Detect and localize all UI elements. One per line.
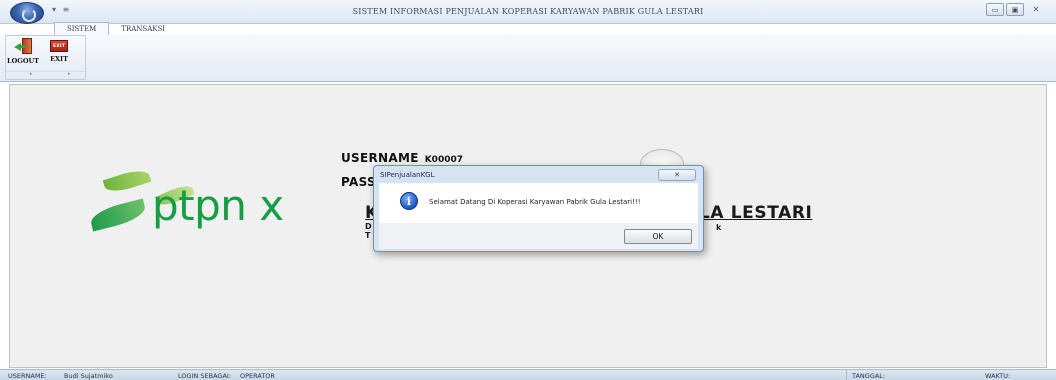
minimize-button[interactable]: ▭ xyxy=(986,3,1004,16)
close-window-button[interactable]: ✕ xyxy=(1026,3,1046,16)
title-bar: ▾ ≡ SISTEM INFORMASI PENJUALAN KOPERASI … xyxy=(0,0,1056,24)
exit-label: EXIT xyxy=(50,55,68,63)
status-date-label: TANGGAL: xyxy=(852,372,886,380)
status-time-label: WAKTU: xyxy=(985,372,1011,380)
status-username-label: USERNAME: xyxy=(8,372,47,380)
logout-button[interactable]: LOGOUT xyxy=(7,38,39,70)
ok-button[interactable]: OK xyxy=(624,229,692,244)
group-marker-icon: ▸ xyxy=(30,71,33,77)
leaf-icon xyxy=(88,198,148,232)
ribbon-panel: LOGOUT EXIT EXIT ▸ ▸ xyxy=(0,34,1056,82)
company-subtitle-line1: D xyxy=(365,222,372,231)
application-menu-button[interactable] xyxy=(10,2,44,24)
logo-text: ptpn x xyxy=(152,181,284,230)
tab-sistem[interactable]: SISTEM xyxy=(54,22,110,35)
info-icon: i xyxy=(400,192,418,210)
maximize-button[interactable]: ▣ xyxy=(1006,3,1024,16)
window-controls: ▭ ▣ ✕ xyxy=(986,3,1046,16)
exit-button[interactable]: EXIT EXIT xyxy=(44,38,74,70)
logout-icon xyxy=(14,38,32,54)
dialog-title: SIPenjualanKGL xyxy=(380,171,435,179)
password-label: PASS xyxy=(341,175,376,189)
status-login-as-value: OPERATOR xyxy=(240,372,275,380)
status-login-as-label: LOGIN SEBAGAI: xyxy=(178,372,232,380)
group-marker-icon: ▸ xyxy=(68,71,71,77)
dialog-body: i Selamat Datang Di Koperasi Karyawan Pa… xyxy=(379,183,698,223)
tab-transaksi[interactable]: TRANSAKSI xyxy=(109,22,177,35)
status-bar: USERNAME: Budi Sujatmiko LOGIN SEBAGAI: … xyxy=(0,369,1056,380)
ptpn-logo: ptpn x xyxy=(88,166,340,241)
status-username-value: Budi Sujatmiko xyxy=(64,372,113,380)
dialog-message: Selamat Datang Di Koperasi Karyawan Pabr… xyxy=(429,198,641,206)
logout-label: LOGOUT xyxy=(7,57,39,65)
company-subtitle-line2: T xyxy=(365,231,371,240)
ribbon-tabs: SISTEM TRANSAKSI xyxy=(54,22,177,35)
dialog-close-button[interactable]: ✕ xyxy=(658,169,696,181)
ribbon-group-sistem: LOGOUT EXIT EXIT ▸ ▸ xyxy=(5,35,86,80)
username-row: USERNAME K00007 xyxy=(341,151,463,165)
ribbon-group-footer: ▸ ▸ xyxy=(6,71,85,79)
username-value[interactable]: K00007 xyxy=(425,155,463,165)
company-subtitle-line1-end: k xyxy=(716,223,722,232)
window-title: SISTEM INFORMASI PENJUALAN KOPERASI KARY… xyxy=(352,7,704,16)
username-label: USERNAME xyxy=(341,151,419,165)
dialog-footer: OK xyxy=(379,223,698,249)
status-separator xyxy=(846,370,847,380)
welcome-dialog: SIPenjualanKGL ✕ i Selamat Datang Di Kop… xyxy=(373,165,704,252)
leaf-icon xyxy=(102,166,152,196)
exit-icon: EXIT xyxy=(50,40,68,52)
